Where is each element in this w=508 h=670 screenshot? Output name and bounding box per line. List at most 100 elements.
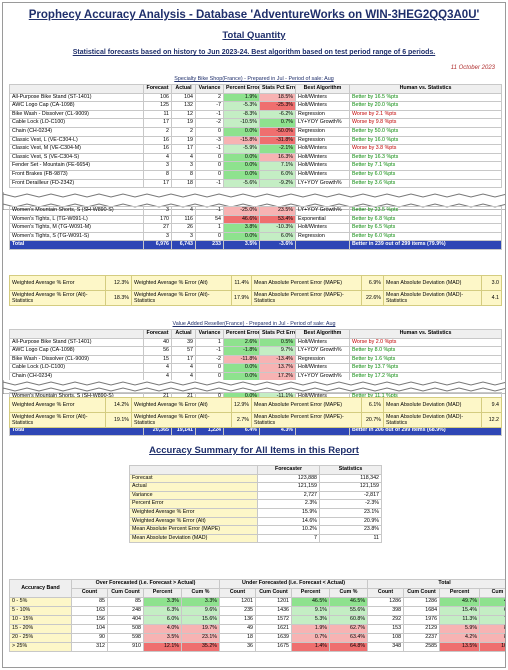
report-title: Prophecy Accuracy Analysis - Database 'A… — [28, 9, 480, 21]
cell: 0 — [195, 161, 224, 171]
table-row: All-Purpose Bike Stand (ST-1401) 106 104 2 1… — [9, 92, 502, 103]
total-cell: 4.3% — [259, 426, 296, 436]
cell: -10.5% — [223, 118, 260, 128]
column-header: Best Algorithm — [295, 84, 350, 94]
cell: 0 — [195, 363, 224, 373]
band-cell: 9.6% — [181, 606, 220, 616]
metric-label: Mean Absolute Percent Error (MAPE) — [251, 275, 362, 291]
metric-label: Weighted Average % Error (Alt) — [131, 397, 232, 413]
cell: 27 — [143, 223, 172, 233]
band-cell: 1201 — [255, 597, 292, 607]
summary-header-row: Forecaster Statistics — [129, 465, 382, 475]
cell: 104 — [171, 92, 196, 103]
cell: Better by 16.3 %pts — [349, 152, 502, 163]
band-cell: 104 — [71, 624, 108, 634]
band-cell: 90 — [71, 633, 108, 643]
table-row: Women's Tights, S (TG-W091-S) 3 3 0 0.0% 6.0%… — [9, 231, 502, 242]
band-cell: 23.1% — [181, 633, 220, 643]
forecast-table-top: Forecast Actual Variance Percent Error Stats… — [9, 84, 502, 189]
statistics-value: 23.8% — [319, 525, 382, 535]
band-cell: 153 — [367, 624, 405, 634]
band-row: 20 - 25% 90 598 3.5% 23.1% 18 1639 0.7% 63.4% 108… — [9, 633, 505, 643]
cell: 13.7% — [259, 363, 296, 373]
metric-label: Mean Absolute Percent Error (MAPE)-Stati… — [251, 290, 362, 306]
band-cell: 3.5% — [143, 633, 182, 643]
report-description: Statistical forecasts based on history t… — [72, 49, 436, 56]
item-name: Cable Lock (LO-C100) — [9, 118, 144, 128]
metric-value: 14.2% — [105, 397, 132, 413]
band-label: > 25% — [9, 642, 72, 652]
band-cell: 19.7% — [181, 624, 220, 634]
band-cell: 1675 — [255, 642, 292, 652]
cell: LY+YOY Growth% — [295, 206, 350, 216]
metric-value: 4.1 — [481, 290, 502, 306]
item-name: Classic Vest, L (VE-C304-L) — [9, 135, 144, 146]
metric-label: Weighted Average % Error (Alt) — [131, 275, 232, 291]
weighted-average-table: Weighted Average % Error 14.2% Weighted Av… — [9, 397, 502, 428]
total-cell: 233 — [195, 240, 224, 250]
forecaster-value: 123,888 — [257, 473, 320, 484]
cell: 0.7% — [259, 118, 296, 128]
band-cell: 46.5% — [328, 597, 369, 607]
column-header: Cum Count — [255, 588, 292, 598]
cell: 132 — [171, 101, 196, 111]
group-header: Total — [367, 579, 505, 589]
cell: Better by 8.0 %pts — [349, 346, 502, 356]
cell: 4 — [171, 363, 196, 373]
table-row: Front Brakes (FB-9873) 8 8 0 0.0% 6.0% Holt/Wi… — [9, 169, 502, 180]
table-header-row: Forecast Actual Variance Percent Error Stats… — [9, 329, 502, 339]
band-cell: 136 — [219, 615, 256, 625]
band-cell: 9.1% — [291, 606, 330, 616]
cell: 125 — [143, 101, 172, 111]
metric-label: Mean Absolute Deviation (MAD) — [383, 275, 482, 291]
metric-value: 12.2 — [481, 412, 502, 428]
metric-label: Mean Absolute Deviation (MAD) — [129, 533, 258, 544]
cell: -25.3% — [259, 101, 296, 111]
cell: Worse by 2.0 %pts — [349, 337, 502, 348]
band-cell: 598 — [107, 633, 144, 643]
cell: Regression — [295, 231, 350, 242]
band-cell: 348 — [367, 642, 405, 652]
table-row: Women's Mountain Shorts, S (SH-W890-S) 3 4… — [9, 206, 502, 216]
group-header: Under Forecasted (i.e. Forecast < Actual… — [218, 579, 369, 589]
forecaster-value: 2.3% — [257, 499, 320, 509]
summary-row: Mean Absolute Deviation (MAD) 7 11 — [129, 533, 382, 544]
column-header: Count — [219, 588, 256, 598]
total-cell: 6,743 — [171, 240, 196, 250]
cell: 4 — [143, 363, 172, 373]
metric-value: 20.7% — [361, 412, 384, 428]
band-label: 15 - 20% — [9, 624, 72, 634]
band-cell: 1621 — [255, 624, 292, 634]
column-header — [9, 84, 144, 94]
weighted-row: Weighted Average % Error (Alt)-Statistic… — [9, 412, 502, 428]
metric-value: 9.4 — [481, 397, 502, 413]
cell: 23.5% — [259, 206, 296, 216]
cell: 3 — [143, 161, 172, 171]
cell: 2 — [171, 126, 196, 137]
item-name: Women's Mountain Shorts, S (SH-W890-S) — [9, 206, 144, 216]
statistics-value: 121,159 — [319, 482, 382, 492]
column-header: Cum % — [328, 588, 369, 598]
item-name: All-Purpose Bike Stand (ST-1401) — [9, 92, 144, 103]
band-cell: 1976 — [403, 615, 441, 625]
band-label: 5 - 10% — [9, 606, 72, 616]
column-header: Cum % — [181, 588, 220, 598]
total-cell: 1,224 — [195, 426, 224, 436]
metric-label: Mean Absolute Percent Error (MAPE) — [129, 525, 258, 535]
band-cell: 86.5% — [479, 633, 505, 643]
summary-row: Variance 2,727 -2,817 — [129, 490, 382, 501]
total-cell: Better in 206 out of 299 items (68.9%) — [349, 426, 502, 436]
cell: 0 — [195, 231, 224, 242]
column-header: Stats Pct Error — [259, 329, 296, 339]
cell: 0.0% — [223, 169, 260, 180]
cell: Better by 13.7 %pts — [349, 363, 502, 373]
item-name: Front Derailleur (FD-2342) — [9, 178, 144, 189]
table-row: Front Derailleur (FD-2342) 17 18 -1 -5.6% -9.… — [9, 178, 502, 189]
cell: Worse by 9.8 %pts — [349, 118, 502, 128]
statistics-value: 20.9% — [319, 516, 382, 527]
cell: LY+YOY Growth% — [295, 178, 350, 189]
metric-value: 19.1% — [105, 412, 132, 428]
band-cell: 49 — [219, 624, 256, 634]
band-cell: 15.6% — [181, 615, 220, 625]
table-row: Bike Wash - Dissolver (CL-9009) 11 12 -1 -8.… — [9, 109, 502, 120]
